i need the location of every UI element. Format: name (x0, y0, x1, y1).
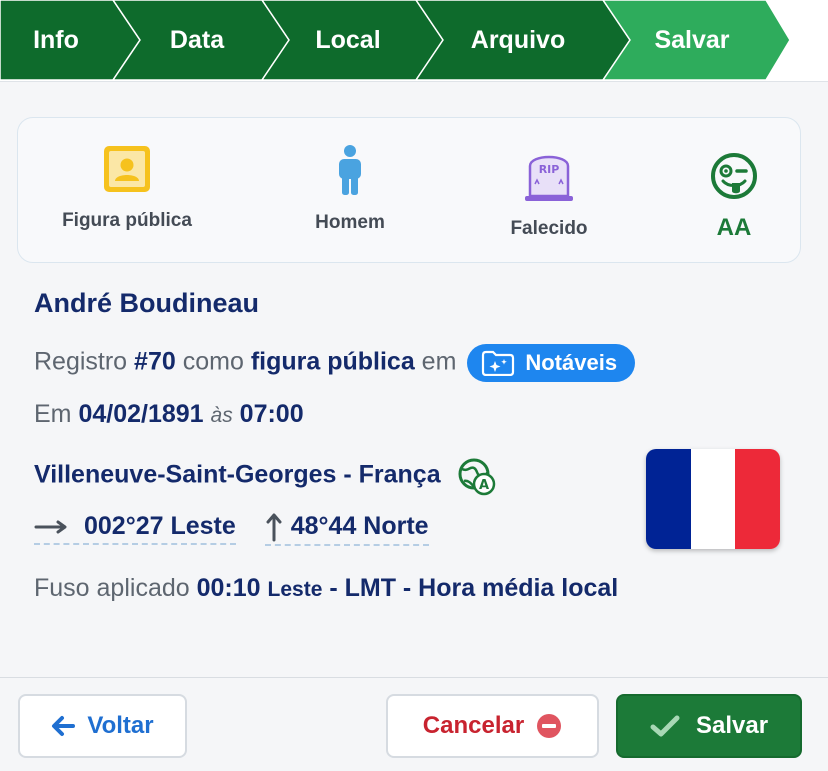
latitude-field[interactable]: 48°44 Norte (264, 512, 429, 547)
summary-public-figure: Figura pública (60, 144, 194, 232)
place-line: Villeneuve-Saint-Georges - França A (34, 456, 496, 496)
wizard-stepper: Info Data Local Arquivo Salvar (0, 0, 828, 82)
record-number: #70 (134, 347, 176, 376)
collection-badge-label: Notáveis (525, 350, 618, 375)
sparkle-folder-icon (482, 350, 515, 376)
summary-label-deceased: Falecido (510, 218, 588, 239)
step-salvar[interactable]: Salvar (630, 0, 754, 80)
male-person-icon (339, 145, 361, 195)
globe-geocode-icon[interactable]: A (456, 456, 496, 496)
date-prefix: Em (34, 400, 72, 428)
globe-letter: A (479, 478, 489, 493)
step-local[interactable]: Local (289, 0, 407, 80)
timezone-prefix: Fuso aplicado (34, 574, 190, 602)
tombstone-rip-text: RIP (539, 163, 560, 176)
record-line: Registro #70 como figura pública em Notá… (34, 344, 636, 382)
step-arquivo-label: Arquivo (470, 25, 566, 54)
summary-label-gender: Homem (315, 212, 385, 233)
save-button[interactable]: Salvar (616, 694, 802, 758)
step-salvar-label: Salvar (654, 25, 730, 54)
flag-stripe-red (735, 449, 780, 549)
winking-face-icon (711, 153, 757, 199)
summary-card: Figura pública Homem RIP Falecido AA (17, 117, 801, 263)
record-in: em (421, 347, 457, 376)
back-button-label: Voltar (87, 712, 154, 739)
person-name: André Boudineau (34, 288, 260, 318)
tombstone-icon: RIP (525, 155, 573, 201)
collection-badge[interactable]: Notáveis (467, 344, 636, 382)
save-button-label: Salvar (695, 712, 769, 739)
step-info-label: Info (33, 25, 79, 54)
summary-gender: Homem (298, 144, 402, 234)
summary-label-public-figure: Figura pública (62, 210, 192, 231)
step-local-label: Local (315, 25, 381, 54)
summary-deceased: RIP Falecido (496, 146, 602, 240)
flag-stripe-blue (646, 449, 691, 549)
arrow-left-icon (52, 716, 76, 736)
public-figure-icon (104, 146, 150, 192)
france-flag (646, 449, 780, 549)
birth-time: 07:00 (239, 400, 304, 428)
step-arquivo[interactable]: Arquivo (443, 0, 593, 80)
latitude-value: 48°44 Norte (290, 512, 429, 540)
step-info[interactable]: Info (0, 0, 112, 80)
longitude-field[interactable]: 002°27 Leste (34, 512, 236, 545)
arrow-right-icon (34, 520, 67, 534)
step-data-label: Data (169, 25, 225, 54)
footer-bar: Voltar Cancelar Salvar (0, 677, 828, 771)
record-prefix: Registro (34, 347, 128, 376)
checkmark-icon (650, 715, 680, 737)
timezone-direction: Leste (267, 578, 323, 601)
cancel-button[interactable]: Cancelar (386, 694, 599, 758)
birth-date: 04/02/1891 (78, 400, 204, 428)
longitude-value: 002°27 Leste (84, 512, 236, 540)
date-line: Em 04/02/1891 às 07:00 (34, 400, 304, 429)
time-prefix: às (210, 404, 233, 427)
summary-label-rating: AA (716, 214, 752, 241)
record-type: figura pública (250, 347, 415, 376)
summary-rating: AA (698, 152, 770, 242)
step-data[interactable]: Data (140, 0, 254, 80)
timezone-name: - LMT - Hora média local (329, 574, 619, 602)
back-button[interactable]: Voltar (18, 694, 187, 758)
cancel-button-label: Cancelar (422, 712, 525, 739)
birth-place: Villeneuve-Saint-Georges - França (34, 460, 441, 489)
timezone-offset: 00:10 (196, 574, 261, 602)
flag-stripe-white (690, 449, 736, 549)
timezone-line: Fuso aplicado 00:10 Leste - LMT - Hora m… (34, 574, 618, 603)
minus-circle-icon (537, 714, 562, 738)
record-as: como (182, 347, 244, 376)
coordinates-line: 002°27 Leste 48°44 Norte (34, 512, 429, 547)
arrow-up-icon (266, 513, 282, 542)
